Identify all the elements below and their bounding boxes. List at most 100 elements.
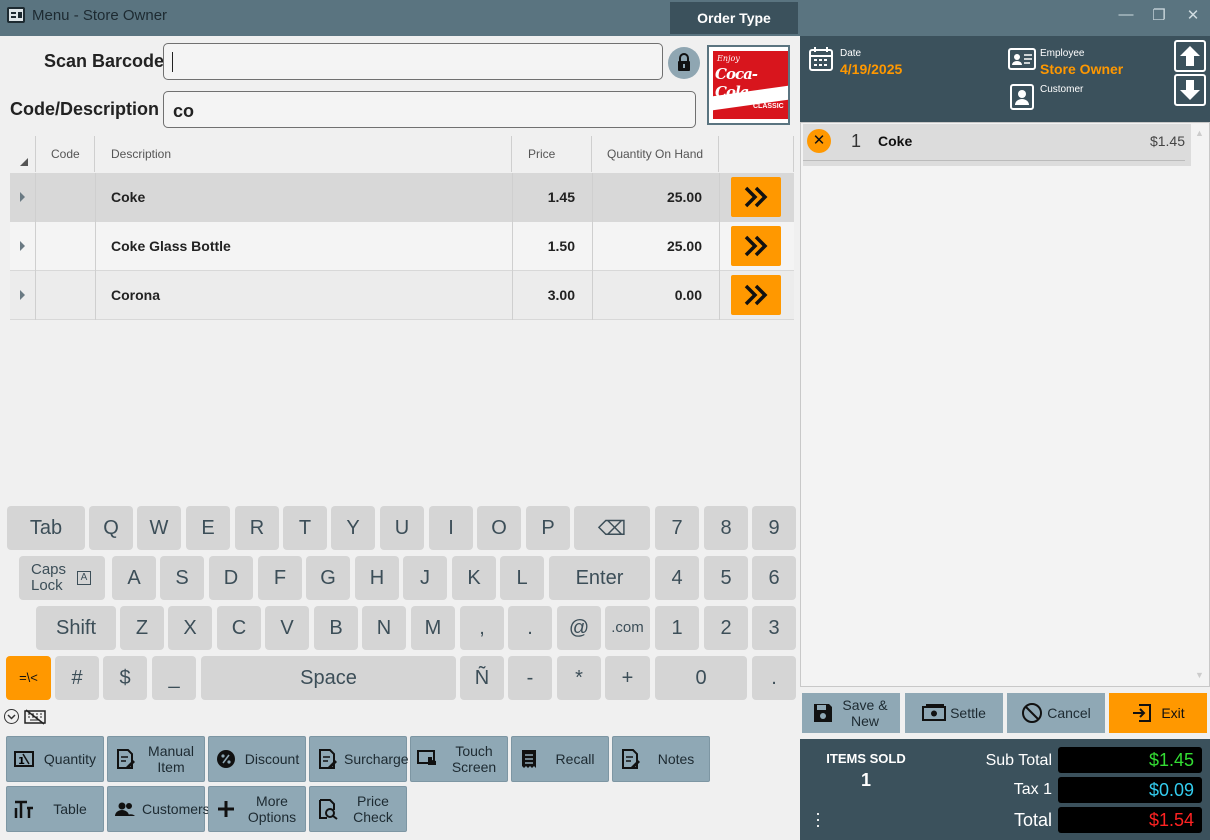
- code-description-input[interactable]: co: [163, 91, 696, 128]
- restore-icon[interactable]: ❐: [1147, 6, 1171, 24]
- key-w[interactable]: W: [137, 506, 181, 550]
- recall-button[interactable]: Recall: [511, 736, 609, 782]
- column-header-code[interactable]: Code: [35, 136, 95, 172]
- quantity-button[interactable]: 1 Quantity: [6, 736, 104, 782]
- key-1[interactable]: 1: [655, 606, 699, 650]
- row-expander-icon[interactable]: [20, 192, 25, 202]
- minimize-icon[interactable]: —: [1114, 6, 1138, 23]
- key-j[interactable]: J: [403, 556, 447, 600]
- key-3[interactable]: 3: [752, 606, 796, 650]
- notes-button[interactable]: Notes: [612, 736, 710, 782]
- key-comma[interactable]: ,: [460, 606, 504, 650]
- key-o[interactable]: O: [477, 506, 521, 550]
- key-s[interactable]: S: [160, 556, 204, 600]
- key-backspace-icon[interactable]: ⌫: [574, 506, 650, 550]
- key-m[interactable]: M: [411, 606, 455, 650]
- key-d[interactable]: D: [209, 556, 253, 600]
- key-n-tilde[interactable]: Ñ: [460, 656, 504, 700]
- key-9[interactable]: 9: [752, 506, 796, 550]
- key-0[interactable]: 0: [655, 656, 747, 700]
- key-tab[interactable]: Tab: [7, 506, 85, 550]
- surcharge-button[interactable]: Surcharge: [309, 736, 409, 782]
- manual-item-button[interactable]: Manual Item: [107, 736, 205, 782]
- discount-button[interactable]: Discount: [208, 736, 306, 782]
- key-g[interactable]: G: [306, 556, 350, 600]
- key-c[interactable]: C: [217, 606, 261, 650]
- key-i[interactable]: I: [429, 506, 473, 550]
- column-header-description[interactable]: Description: [95, 136, 512, 172]
- cancel-button[interactable]: Cancel: [1007, 693, 1105, 733]
- key-5[interactable]: 5: [704, 556, 748, 600]
- order-item-row[interactable]: ✕ 1 Coke $1.45: [803, 124, 1191, 166]
- key-u[interactable]: U: [380, 506, 424, 550]
- key-4[interactable]: 4: [655, 556, 699, 600]
- key-v[interactable]: V: [265, 606, 309, 650]
- key-plus[interactable]: +: [605, 656, 650, 700]
- key-p[interactable]: P: [526, 506, 570, 550]
- add-item-button[interactable]: [731, 177, 781, 217]
- app-menu-icon[interactable]: [7, 7, 25, 23]
- more-menu-icon[interactable]: · · ·: [815, 804, 821, 834]
- key-hash[interactable]: #: [55, 656, 99, 700]
- key-minus[interactable]: -: [508, 656, 552, 700]
- key-7[interactable]: 7: [655, 506, 699, 550]
- column-header-quantity-on-hand[interactable]: Quantity On Hand: [592, 136, 719, 172]
- key-y[interactable]: Y: [331, 506, 375, 550]
- touch-screen-button[interactable]: Touch Screen: [410, 736, 508, 782]
- collapse-chevron-icon[interactable]: [4, 709, 19, 724]
- key-a[interactable]: A: [112, 556, 156, 600]
- key-2[interactable]: 2: [704, 606, 748, 650]
- column-header-price[interactable]: Price: [512, 136, 592, 172]
- key-z[interactable]: Z: [120, 606, 164, 650]
- close-icon[interactable]: ✕: [1181, 6, 1205, 24]
- key-h[interactable]: H: [355, 556, 399, 600]
- list-scroll-down-icon[interactable]: ▼: [1195, 670, 1204, 680]
- key-asterisk[interactable]: *: [557, 656, 601, 700]
- customers-button[interactable]: Customers: [107, 786, 210, 832]
- key-dollar[interactable]: $: [103, 656, 147, 700]
- lock-button[interactable]: [668, 47, 700, 79]
- key-shift[interactable]: Shift: [36, 606, 116, 650]
- key-e[interactable]: E: [186, 506, 230, 550]
- remove-item-icon[interactable]: ✕: [807, 129, 831, 153]
- add-item-button[interactable]: [731, 226, 781, 266]
- save-new-button[interactable]: Save & New: [802, 693, 900, 733]
- scroll-down-button[interactable]: [1174, 74, 1206, 106]
- key-enter[interactable]: Enter: [549, 556, 650, 600]
- key-n[interactable]: N: [362, 606, 406, 650]
- key-caps-lock[interactable]: Caps Lock A: [19, 556, 105, 600]
- key-x[interactable]: X: [168, 606, 212, 650]
- settle-button[interactable]: Settle: [905, 693, 1003, 733]
- table-row[interactable]: Coke Glass Bottle 1.50 25.00: [10, 222, 794, 271]
- table-button[interactable]: Table: [6, 786, 104, 832]
- price-check-button[interactable]: Price Check: [309, 786, 407, 832]
- customer-icon[interactable]: [1010, 84, 1034, 110]
- key-l[interactable]: L: [500, 556, 544, 600]
- key-period[interactable]: .: [508, 606, 552, 650]
- key-space[interactable]: Space: [201, 656, 456, 700]
- row-expander-icon[interactable]: [20, 290, 25, 300]
- key-dot-com[interactable]: .com: [605, 606, 650, 650]
- scroll-up-button[interactable]: [1174, 40, 1206, 72]
- table-row[interactable]: Coke 1.45 25.00: [10, 173, 794, 222]
- key-underscore[interactable]: _: [152, 656, 196, 700]
- key-at[interactable]: @: [557, 606, 601, 650]
- key-symbols-toggle[interactable]: =\<: [6, 656, 51, 700]
- hide-keyboard-icon[interactable]: [24, 709, 46, 725]
- add-item-button[interactable]: [731, 275, 781, 315]
- key-r[interactable]: R: [235, 506, 279, 550]
- key-decimal[interactable]: .: [752, 656, 796, 700]
- key-6[interactable]: 6: [752, 556, 796, 600]
- more-options-button[interactable]: More Options: [208, 786, 306, 832]
- key-t[interactable]: T: [283, 506, 327, 550]
- key-f[interactable]: F: [258, 556, 302, 600]
- key-8[interactable]: 8: [704, 506, 748, 550]
- key-q[interactable]: Q: [89, 506, 133, 550]
- key-k[interactable]: K: [452, 556, 496, 600]
- row-expander-icon[interactable]: [20, 241, 25, 251]
- key-b[interactable]: B: [314, 606, 358, 650]
- exit-button[interactable]: Exit: [1109, 693, 1207, 733]
- table-row[interactable]: Corona 3.00 0.00: [10, 271, 794, 320]
- scan-barcode-input[interactable]: [163, 43, 663, 80]
- select-all-corner[interactable]: [10, 136, 35, 172]
